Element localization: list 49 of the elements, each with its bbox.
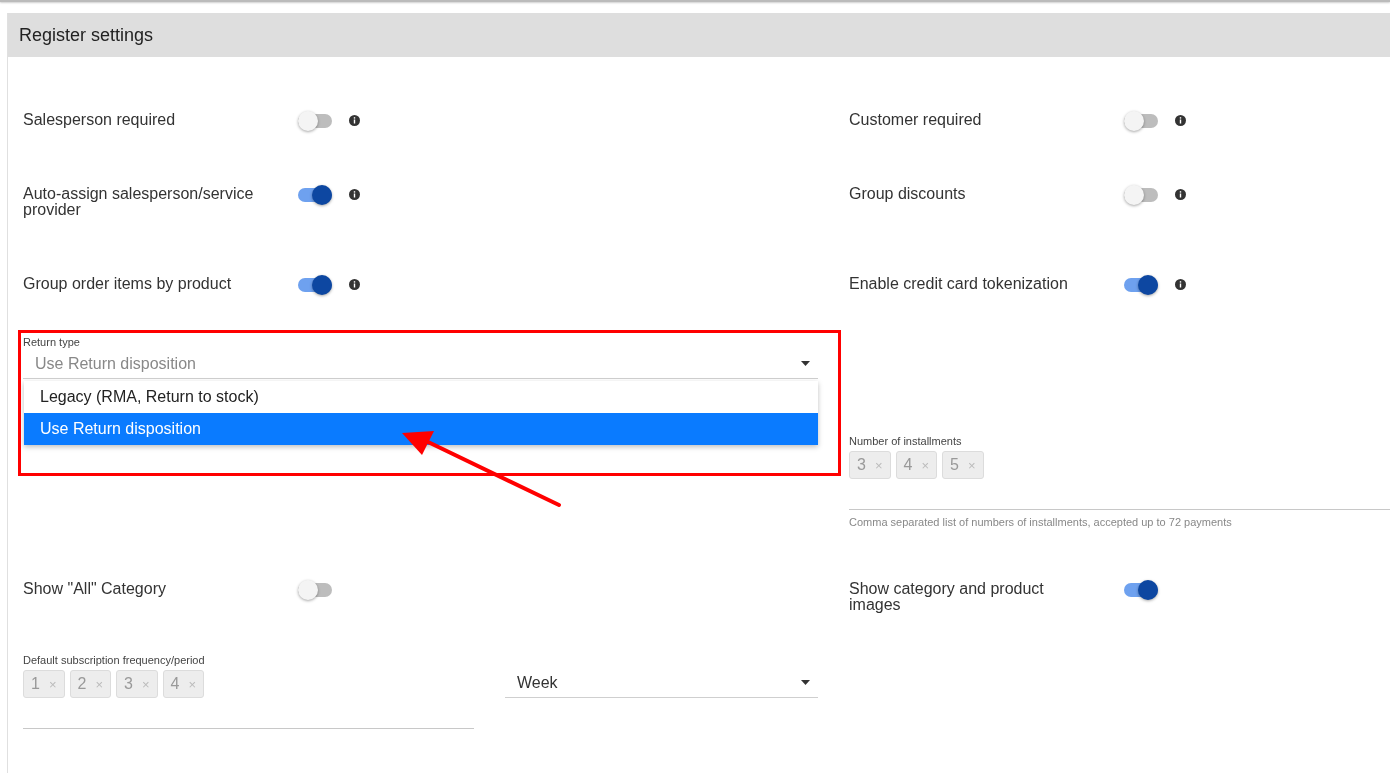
chip-label: 5 — [950, 456, 959, 474]
field-label: Return type — [23, 336, 81, 349]
panel-title: Register settings — [19, 24, 154, 46]
info-icon[interactable] — [1175, 189, 1186, 200]
toggle-switch[interactable] — [1124, 188, 1158, 202]
setting-label: Auto-assign salesperson/service provider — [23, 186, 255, 218]
chip-remove-button[interactable]: × — [874, 457, 883, 473]
chip-remove-button[interactable]: × — [188, 676, 196, 692]
period-select[interactable]: Week — [505, 668, 818, 698]
setting-label: Show category and product images — [849, 581, 1045, 613]
select-value: Week — [517, 673, 558, 692]
field-label: Default subscription frequency/period — [23, 654, 206, 667]
info-icon[interactable] — [349, 115, 360, 126]
setting-label: Customer required — [849, 112, 983, 128]
setting-label: Group discounts — [849, 186, 967, 202]
setting-label: Enable credit card tokenization — [849, 276, 1069, 292]
toggle-switch[interactable] — [298, 188, 332, 202]
toggle-switch[interactable] — [1124, 583, 1158, 597]
info-icon[interactable] — [1175, 115, 1186, 126]
chip-label: 3 — [857, 456, 866, 474]
helper-text: Comma separated list of numbers of installments, accepted up to 72 payments — [849, 516, 1233, 528]
setting-label: Group order items by product — [23, 276, 233, 292]
chip-remove-button[interactable]: × — [48, 676, 57, 692]
info-icon[interactable] — [1175, 279, 1186, 290]
chip-remove-button[interactable]: × — [921, 457, 929, 473]
chip-label: 2 — [77, 675, 87, 693]
caret-icon — [801, 361, 810, 366]
return-type-select[interactable]: Use Return disposition — [23, 349, 818, 379]
info-icon[interactable] — [349, 189, 360, 200]
select-value: Use Return disposition — [35, 354, 196, 373]
setting-label: Salesperson required — [23, 112, 177, 128]
chip-label: 4 — [170, 675, 180, 693]
setting-label: Show "All" Category — [23, 581, 167, 597]
toggle-switch[interactable] — [298, 278, 332, 292]
chip-remove-button[interactable]: × — [967, 457, 976, 473]
chip-label: 4 — [903, 456, 913, 474]
toggle-switch[interactable] — [298, 114, 332, 128]
info-icon[interactable] — [349, 279, 360, 290]
chip-label: 1 — [31, 675, 40, 693]
toggle-switch[interactable] — [1124, 278, 1158, 292]
chip-remove-button[interactable]: × — [141, 676, 150, 692]
chip-remove-button[interactable]: × — [95, 676, 103, 692]
toggle-switch[interactable] — [298, 583, 332, 597]
dropdown-option[interactable]: Use Return disposition — [24, 413, 818, 445]
toggle-switch[interactable] — [1124, 114, 1158, 128]
field-label: Number of installments — [849, 435, 963, 448]
chip-label: 3 — [124, 675, 133, 693]
caret-icon — [801, 680, 810, 685]
dropdown-option[interactable]: Legacy (RMA, Return to stock) — [24, 381, 818, 413]
